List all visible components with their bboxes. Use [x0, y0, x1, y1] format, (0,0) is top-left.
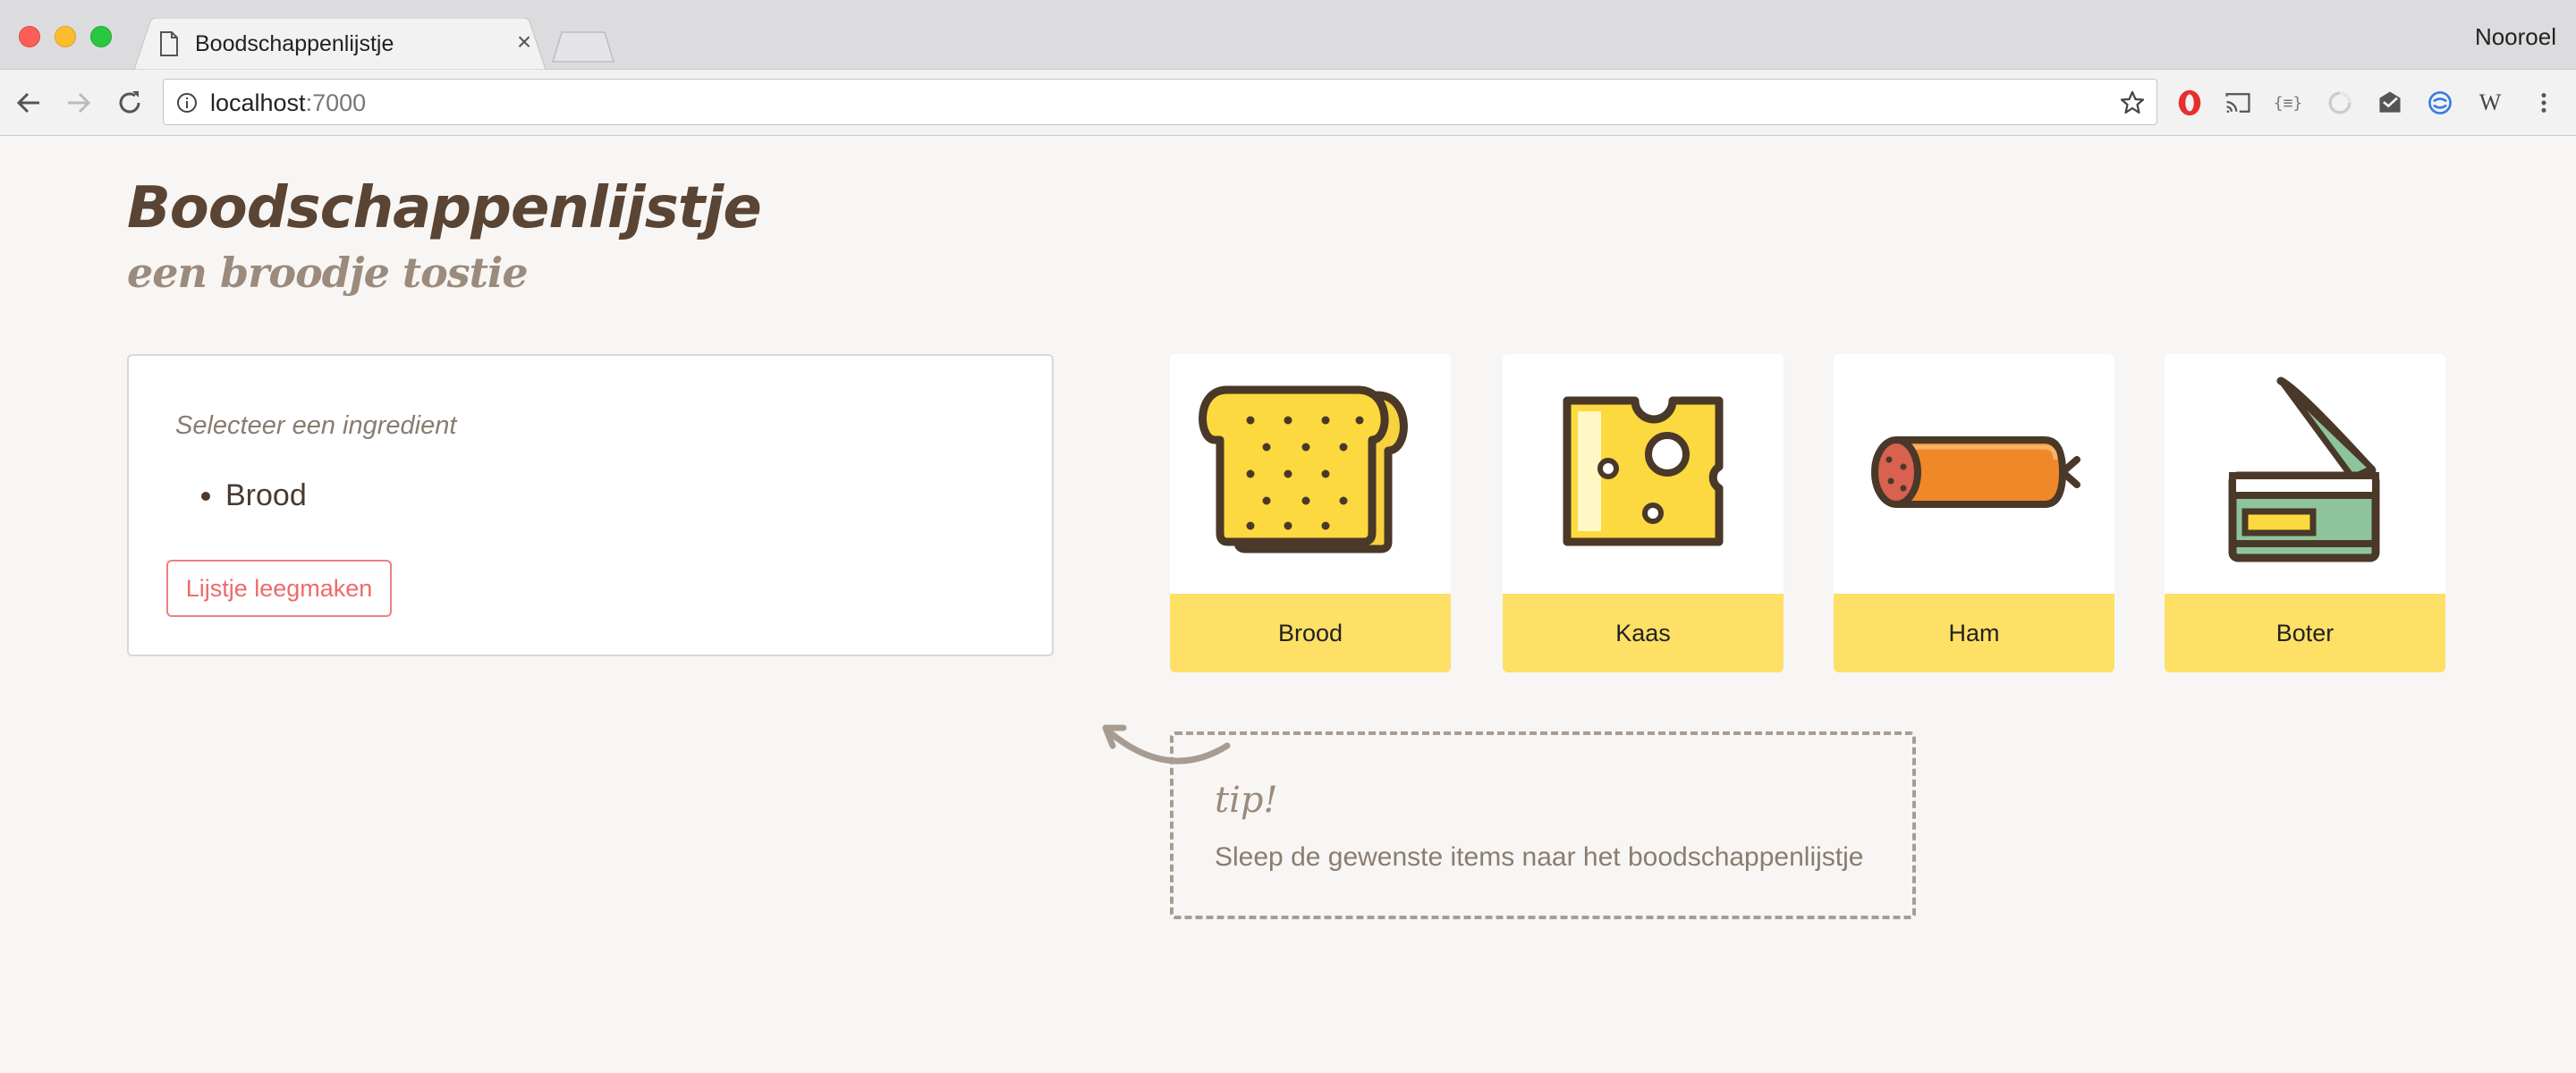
- maximize-window-button[interactable]: [90, 26, 112, 47]
- tip-box: tip! Sleep de gewenste items naar het bo…: [1170, 731, 1916, 919]
- cast-icon[interactable]: [2222, 87, 2254, 119]
- menu-dots-glyph: [2541, 93, 2546, 113]
- tip-text: Sleep de gewenste items naar het boodsch…: [1215, 842, 1864, 872]
- new-tab-button[interactable]: [551, 30, 615, 63]
- shopping-list-panel[interactable]: Selecteer een ingredient Brood Lijstje l…: [127, 354, 1054, 656]
- sausage-icon: [1871, 436, 2080, 508]
- ingredient-card-kaas[interactable]: Kaas: [1503, 354, 1784, 672]
- address-bar[interactable]: localhost:7000: [163, 79, 2157, 125]
- opera-icon[interactable]: [2174, 87, 2206, 119]
- ingredient-label: Brood: [1170, 594, 1451, 672]
- shopping-list: Brood: [225, 477, 307, 513]
- tip-title: tip!: [1215, 780, 1278, 821]
- ingredient-label: Boter: [2165, 594, 2445, 672]
- close-tab-icon[interactable]: ×: [510, 28, 538, 56]
- url-port: :7000: [305, 89, 367, 116]
- profile-name[interactable]: Nooroel: [2475, 23, 2556, 51]
- sync-icon[interactable]: [2424, 87, 2456, 119]
- menu-dots-icon[interactable]: [2528, 87, 2560, 119]
- sync-icon-glyph: [2428, 91, 2452, 114]
- browser-tab[interactable]: Boodschappenlijstje ×: [134, 18, 546, 70]
- close-window-button[interactable]: [19, 26, 40, 47]
- url-host: localhost: [210, 89, 306, 116]
- url-text: localhost:7000: [210, 89, 366, 117]
- tab-title: Boodschappenlijstje: [195, 31, 394, 56]
- forward-arrow-icon[interactable]: [61, 86, 95, 120]
- cast-icon-glyph: [2225, 93, 2250, 113]
- bread-icon: [1199, 385, 1408, 553]
- ingredient-card-ham[interactable]: Ham: [1834, 354, 2114, 672]
- page-subtitle: een broodje tostie: [127, 249, 529, 297]
- bookmark-star-icon[interactable]: [2119, 89, 2146, 116]
- back-arrow-icon[interactable]: [13, 86, 47, 120]
- inbox-icon-glyph: [2379, 91, 2401, 113]
- pocket-icon[interactable]: [2324, 87, 2356, 119]
- page-title: Boodschappenlijstje: [127, 175, 762, 241]
- minimize-window-button[interactable]: [55, 26, 76, 47]
- wikipedia-icon[interactable]: W: [2474, 87, 2506, 119]
- ingredient-card-brood[interactable]: Brood: [1170, 354, 1451, 672]
- ingredient-card-boter[interactable]: Boter: [2165, 354, 2445, 672]
- opera-icon-glyph: [2178, 89, 2201, 116]
- ingredient-label: Ham: [1834, 594, 2114, 672]
- browser-toolbar: localhost:7000 {≡} W: [0, 70, 2576, 136]
- document-icon: [160, 31, 178, 56]
- reload-icon[interactable]: [113, 86, 147, 120]
- cheese-icon: [1563, 396, 1724, 546]
- info-icon[interactable]: [176, 92, 198, 114]
- ingredient-label: Kaas: [1503, 594, 1784, 672]
- list-hint: Selecteer een ingredient: [175, 411, 457, 440]
- browser-tabstrip: Boodschappenlijstje × Nooroel: [0, 0, 2576, 70]
- clear-list-button[interactable]: Lijstje leegmaken: [166, 560, 392, 617]
- json-viewer-icon[interactable]: {≡}: [2272, 87, 2304, 119]
- pocket-icon-glyph: [2328, 91, 2351, 114]
- list-item: Brood: [225, 477, 307, 513]
- inbox-icon[interactable]: [2374, 87, 2406, 119]
- butter-tin-icon: [2228, 376, 2380, 562]
